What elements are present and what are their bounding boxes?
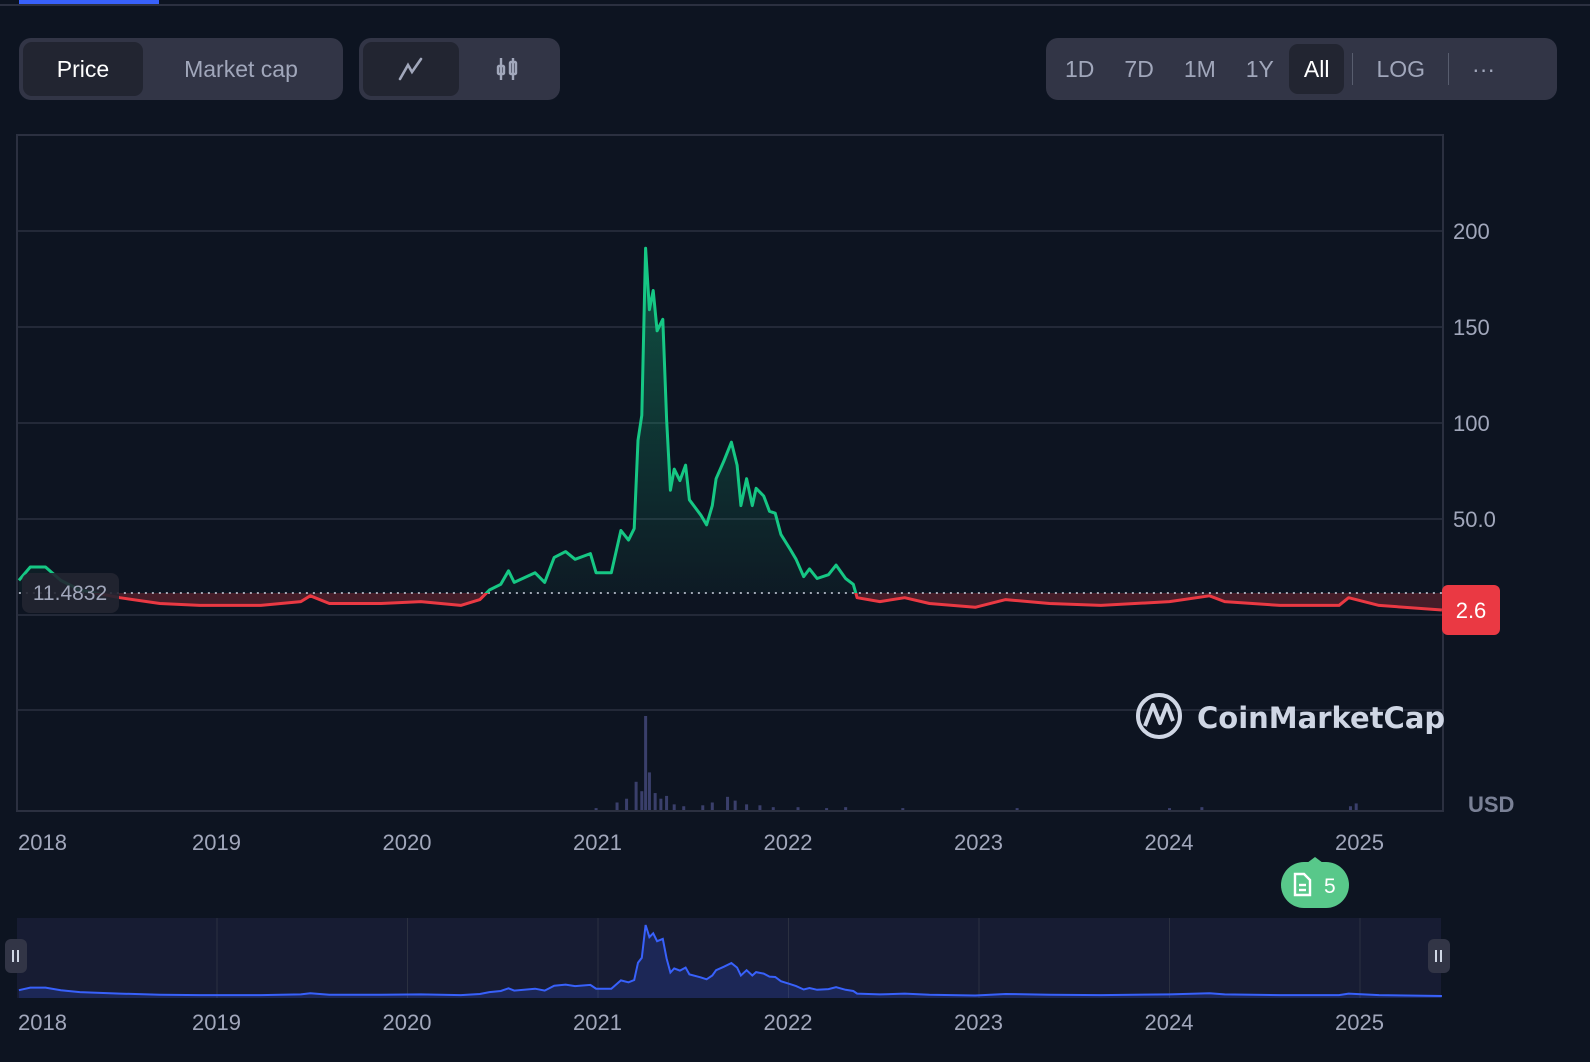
volume-bar <box>726 796 730 810</box>
watermark-logo: CoinMarketCap <box>1136 693 1445 739</box>
baseline-label: 11.4832 <box>22 572 119 613</box>
x-tick-label: 2020 <box>383 830 432 855</box>
volume-bar <box>844 807 848 810</box>
volume-bar <box>615 802 619 810</box>
x-tick-label: 2018 <box>18 830 67 855</box>
x-tick-label: 2025 <box>1335 830 1384 855</box>
news-count: 5 <box>1324 875 1336 898</box>
volume-bar <box>665 795 669 810</box>
volume-bar <box>1168 808 1171 810</box>
y-tick-label: 150 <box>1453 315 1490 340</box>
x-tick-label: 2023 <box>954 830 1003 855</box>
navigator-right-handle[interactable] <box>1428 939 1450 973</box>
y-tick-label: 100 <box>1453 411 1490 436</box>
navigator-x-tick-label: 2022 <box>764 1010 813 1035</box>
current-price-label: 2.6 <box>1442 585 1500 636</box>
y-tick-label: 200 <box>1453 219 1490 244</box>
price-area-above-baseline <box>18 248 1442 593</box>
volume-bar <box>1200 807 1204 810</box>
navigator-x-tick-label: 2021 <box>573 1010 622 1035</box>
news-badge[interactable]: 5 <box>1281 857 1349 908</box>
x-tick-label: 2024 <box>1145 830 1194 855</box>
navigator-x-tick-label: 2024 <box>1145 1010 1194 1035</box>
navigator-x-tick-label: 2023 <box>954 1010 1003 1035</box>
volume-bar <box>594 808 598 810</box>
svg-text:2.6: 2.6 <box>1456 598 1487 623</box>
navigator-left-handle[interactable] <box>5 939 27 973</box>
volume-bar <box>1354 803 1358 810</box>
price-chart[interactable]: 20015010050.0 CoinMarketCap 11.4832 2.6 … <box>0 0 1590 1062</box>
x-tick-label: 2021 <box>573 830 622 855</box>
navigator-x-tick-label: 2025 <box>1335 1010 1384 1035</box>
range-navigator[interactable]: 2018 2019 2020 2021 2022 2023 2024 2025 <box>5 918 1450 1035</box>
svg-text:11.4832: 11.4832 <box>33 582 107 605</box>
navigator-x-tick-label: 2018 <box>18 1010 67 1035</box>
volume-bar <box>901 808 905 810</box>
currency-label: USD <box>1468 792 1514 817</box>
volume-bar <box>625 798 629 810</box>
volume-bar <box>771 807 775 810</box>
volume-bar <box>745 804 749 810</box>
volume-bar <box>758 805 762 810</box>
volume-bar <box>672 804 676 810</box>
volume-bar <box>733 800 737 810</box>
y-tick-label: 50.0 <box>1453 507 1496 532</box>
volume-bar <box>796 807 800 810</box>
navigator-x-tick-label: 2019 <box>192 1010 241 1035</box>
navigator-x-tick-label: 2020 <box>383 1010 432 1035</box>
volume-bar <box>647 772 651 810</box>
volume-bar <box>825 808 829 810</box>
volume-bar <box>640 791 644 810</box>
volume-bar <box>710 802 714 810</box>
volume-bar <box>1348 806 1352 810</box>
volume-bar <box>682 806 686 810</box>
x-tick-label: 2022 <box>764 830 813 855</box>
volume-bar <box>701 805 705 810</box>
watermark-text: CoinMarketCap <box>1197 701 1445 735</box>
volume-bar <box>1015 808 1019 810</box>
volume-bar <box>634 781 638 810</box>
volume-bar <box>653 793 657 810</box>
x-tick-label: 2019 <box>192 830 241 855</box>
volume-bar <box>659 798 663 810</box>
volume-bar <box>644 716 648 810</box>
